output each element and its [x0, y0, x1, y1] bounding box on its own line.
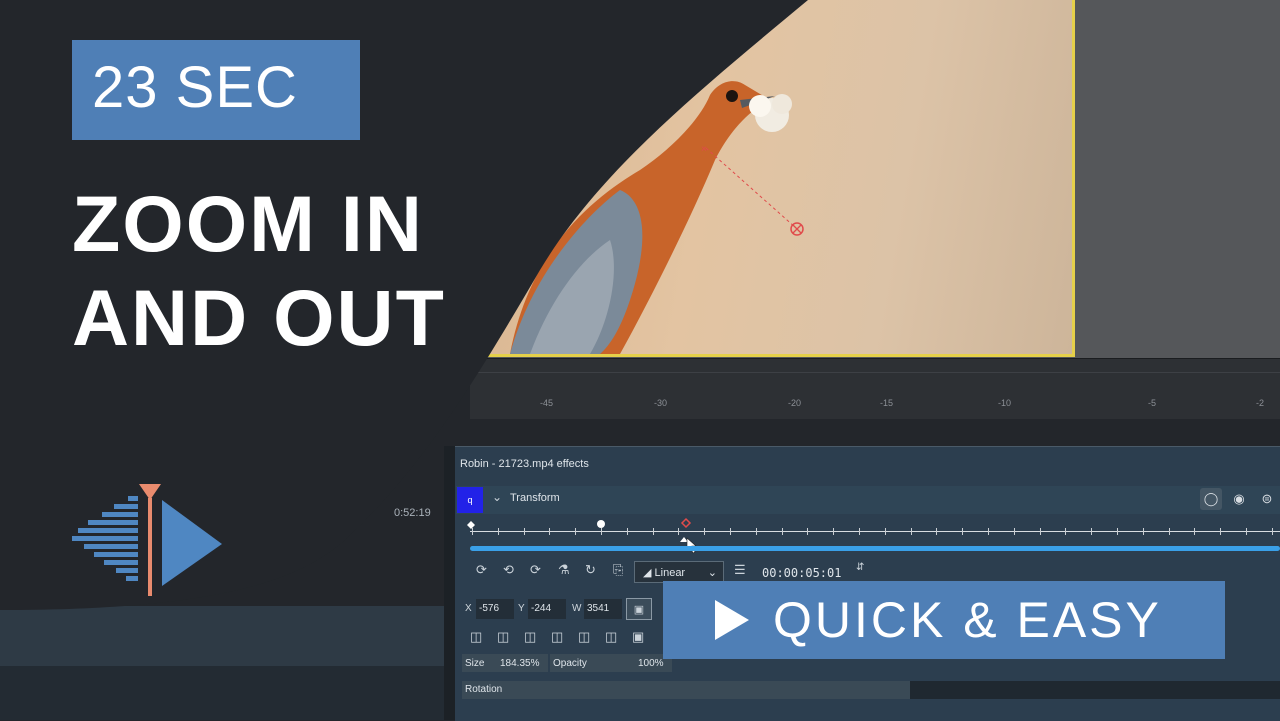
- play-icon: [715, 600, 749, 640]
- clip-timecode: 0:52:19: [394, 507, 431, 519]
- tagline-text: QUICK & EASY: [773, 592, 1162, 648]
- headline-line-2: AND OUT: [72, 273, 446, 362]
- kdenlive-logo-icon: [72, 484, 222, 596]
- duration-badge-text: 23 SEC: [92, 55, 298, 120]
- headline-line-1: ZOOM IN: [72, 179, 424, 268]
